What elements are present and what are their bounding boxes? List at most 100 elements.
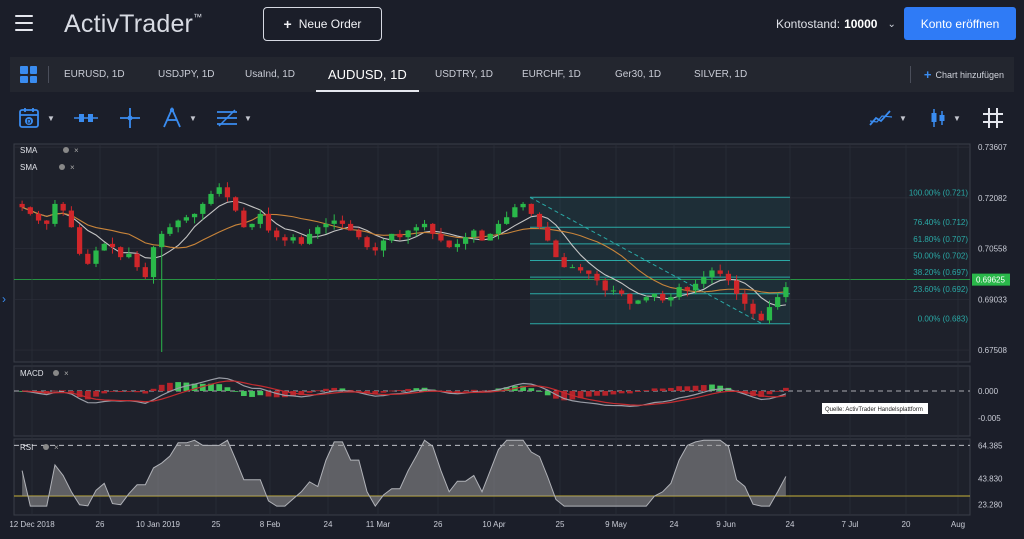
candle-body (528, 203, 534, 214)
x-tick-label: 25 (556, 520, 565, 529)
macd-histogram-bar (626, 391, 633, 394)
macd-histogram-bar (668, 387, 674, 391)
candle-body (249, 223, 255, 228)
candle-body (577, 267, 584, 271)
candle-body (610, 290, 617, 292)
candle-body (118, 247, 124, 258)
close-icon[interactable]: × (74, 146, 79, 155)
plus-icon: + (283, 16, 292, 32)
fib-level-label: 23.60% (0.692) (913, 285, 968, 294)
macd-histogram-bar (618, 391, 625, 394)
candle-body (758, 313, 764, 321)
candle-body (52, 203, 58, 224)
add-chart-button[interactable]: + Chart hinzufügen (924, 67, 1004, 82)
calendar-icon: D (19, 108, 39, 128)
caret-down-icon: ▼ (189, 113, 197, 123)
tab-audusd[interactable]: AUDUSD, 1D (316, 57, 419, 92)
macd-histogram-bar (462, 391, 469, 392)
candle-body (290, 237, 296, 241)
account-balance-dropdown[interactable]: Kontostand: 10000 ⌄ (776, 17, 896, 31)
candle-body (438, 233, 444, 241)
candle-body (208, 193, 214, 204)
candle-body (356, 230, 362, 238)
drawing-icon (163, 106, 181, 128)
x-tick-label: 7 Jul (842, 520, 859, 529)
tab-usaind[interactable]: UsaInd, 1D (245, 57, 295, 92)
rsi-label: RSI (20, 443, 33, 452)
x-tick-label: 12 Dec 2018 (10, 520, 55, 529)
candle-body (651, 293, 658, 298)
macd-histogram-bar (388, 390, 395, 392)
close-icon[interactable]: × (64, 369, 69, 378)
x-tick-label: 25 (212, 520, 221, 529)
chart-type-button[interactable]: ▼ (868, 106, 907, 130)
candle-body (750, 303, 756, 314)
candle-body (331, 220, 337, 224)
candle-body (692, 283, 699, 291)
hamburger-menu-icon[interactable] (15, 15, 33, 31)
candle-body (298, 237, 304, 244)
macd-histogram-bar (651, 388, 658, 391)
chart-area[interactable]: 100.00% (0.721) 76.40% (0.712) 61.80% (0.7… (2, 142, 1014, 539)
y-tick-label: 0.72082 (978, 194, 1007, 203)
tab-usdtry[interactable]: USDTRY, 1D (435, 57, 493, 92)
plus-icon: + (923, 67, 932, 82)
crosshair-button[interactable] (118, 106, 142, 130)
candle-body (454, 243, 461, 248)
candle-body (594, 273, 600, 281)
new-order-button[interactable]: + Neue Order (263, 7, 382, 41)
gear-icon[interactable] (63, 147, 69, 153)
tab-eurchf[interactable]: EURCHF, 1D (522, 57, 581, 92)
candle-body (134, 253, 140, 268)
close-icon[interactable]: × (70, 163, 75, 172)
candle-body (109, 243, 116, 248)
macd-label: MACD (20, 369, 44, 378)
macd-histogram-bar (635, 391, 641, 392)
lines-tools-button[interactable]: ▼ (215, 106, 252, 130)
tab-silver[interactable]: SILVER, 1D (694, 57, 747, 92)
candle-body (282, 237, 288, 241)
price-chart[interactable]: 100.00% (0.721) 76.40% (0.712) 61.80% (0.7… (9, 142, 1014, 539)
candle-body (643, 297, 649, 301)
y-tick-label: 0.69033 (978, 295, 1007, 304)
close-icon[interactable]: × (54, 443, 59, 452)
macd-histogram-bar (257, 391, 264, 396)
indicators-button[interactable] (72, 106, 100, 130)
layout-grid-icon[interactable] (20, 66, 37, 83)
open-account-button[interactable]: Konto eröffnen (904, 7, 1016, 40)
new-order-label: Neue Order (298, 17, 362, 31)
macd-histogram-bar (585, 391, 592, 397)
tab-usdjpy[interactable]: USDJPY, 1D (158, 57, 215, 92)
candle-body (660, 293, 666, 301)
macd-histogram-bar (323, 388, 329, 391)
candle-body (676, 287, 682, 298)
candle-body (200, 203, 206, 214)
caret-down-icon: ▼ (953, 113, 961, 123)
chevron-right-icon[interactable]: › (2, 292, 6, 306)
gear-icon[interactable] (59, 164, 65, 170)
candle-body (35, 213, 42, 221)
candlestick-button[interactable]: ▼ (928, 106, 961, 130)
timeframe-button[interactable]: D ▼ (18, 106, 55, 130)
gear-icon[interactable] (53, 370, 59, 376)
gear-icon[interactable] (43, 444, 49, 450)
macd-histogram-bar (536, 391, 543, 392)
candle-body (233, 197, 239, 211)
tab-ger30[interactable]: Ger30, 1D (615, 57, 661, 92)
tab-eurusd[interactable]: EURUSD, 1D (64, 57, 125, 92)
candle-body (216, 187, 222, 194)
grid-toggle-button[interactable] (982, 106, 1004, 130)
candlestick-icon (931, 109, 945, 127)
y-tick-label: 43.830 (978, 475, 1003, 484)
y-tick-label: -0.005 (978, 414, 1001, 423)
candle-body (76, 227, 83, 254)
drawing-tools-button[interactable]: ▼ (160, 106, 197, 130)
macd-histogram-bar (659, 388, 666, 391)
candle-body (446, 240, 452, 248)
y-tick-label: 0.000 (978, 387, 999, 396)
logo: ActivTrader™ (64, 10, 203, 38)
crosshair-icon (120, 108, 140, 128)
candle-body (553, 240, 559, 258)
fib-level-label: 100.00% (0.721) (909, 188, 968, 197)
candle-body (274, 230, 280, 238)
